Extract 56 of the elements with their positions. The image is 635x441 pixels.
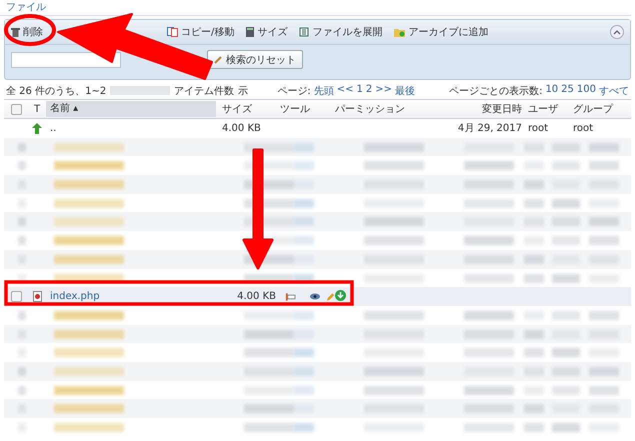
brush-icon (214, 55, 223, 64)
section-title: ファイル (0, 0, 631, 16)
archive-icon (299, 27, 310, 37)
per-page-link[interactable]: 25 (561, 84, 574, 98)
per-page-link[interactable]: すべて (599, 84, 629, 98)
column-header[interactable]: 名前 ▴ (46, 101, 216, 117)
item-count-text: 全 26 件のうち、1~2 (6, 84, 106, 98)
blurred-text (110, 86, 170, 95)
first-page-link[interactable]: 先頭 (314, 84, 334, 98)
select-all-checkbox[interactable] (10, 104, 22, 114)
last-page-link[interactable]: 最後 (395, 84, 416, 98)
folder-icon (394, 27, 406, 37)
reset-search-button[interactable]: 検索のリセット (207, 50, 303, 69)
page-link[interactable]: 1 (356, 84, 363, 98)
row-checkbox[interactable] (10, 291, 22, 302)
toolbar-button[interactable]: コピー/移動 (167, 25, 234, 39)
collapse-button[interactable] (610, 25, 624, 39)
per-page-link[interactable]: 10 (545, 84, 558, 98)
file-icon (32, 291, 42, 302)
table-cell-text: 4.00 KB (221, 122, 262, 134)
search-field[interactable] (11, 52, 121, 68)
table-cell-text: 4.00 KB (236, 291, 277, 302)
trash-icon (11, 27, 20, 37)
download-icon[interactable] (335, 290, 346, 301)
annotation-ellipse (4, 14, 56, 46)
parent-directory-link[interactable]: .. (50, 122, 56, 134)
column-header[interactable]: サイズ (216, 102, 280, 116)
toolbar-button[interactable]: サイズ (246, 25, 288, 39)
next-page-link[interactable]: >> (375, 84, 392, 98)
table-cell-text: root (572, 122, 594, 134)
column-header[interactable]: 変更日時 (440, 102, 522, 116)
column-header[interactable]: ツール (280, 102, 335, 116)
pencil-icon[interactable] (326, 292, 335, 302)
chevron-up-icon (613, 29, 621, 35)
toolbar-button[interactable]: ファイルを展開 (299, 25, 382, 39)
copy-icon (167, 27, 178, 37)
display-label: 示 (238, 84, 248, 98)
toolbar-button[interactable]: 削除 (11, 25, 43, 39)
calculator-icon (246, 27, 254, 37)
page-link[interactable]: 2 (366, 84, 372, 98)
column-header[interactable]: パーミッション (335, 102, 440, 116)
column-header[interactable]: グループ (567, 102, 628, 116)
table-cell-text: root (527, 122, 550, 134)
per-page-label: ページごとの表示数: (449, 84, 542, 98)
prev-page-link[interactable]: << (336, 84, 354, 98)
eye-icon[interactable] (310, 293, 320, 300)
column-header[interactable]: T (28, 104, 46, 114)
item-count-label: アイテム件数 (174, 84, 234, 98)
file-name-link[interactable]: index.php (50, 291, 100, 302)
page-label: ページ: (277, 84, 311, 98)
up-arrow-icon (32, 122, 42, 134)
toolbar-button[interactable]: アーカイブに追加 (394, 25, 488, 39)
per-page-link[interactable]: 100 (576, 84, 596, 98)
table-cell-text: 4月 29, 2017 (456, 122, 522, 136)
column-header[interactable]: ユーザ (522, 102, 567, 116)
rename-icon[interactable] (285, 292, 296, 301)
